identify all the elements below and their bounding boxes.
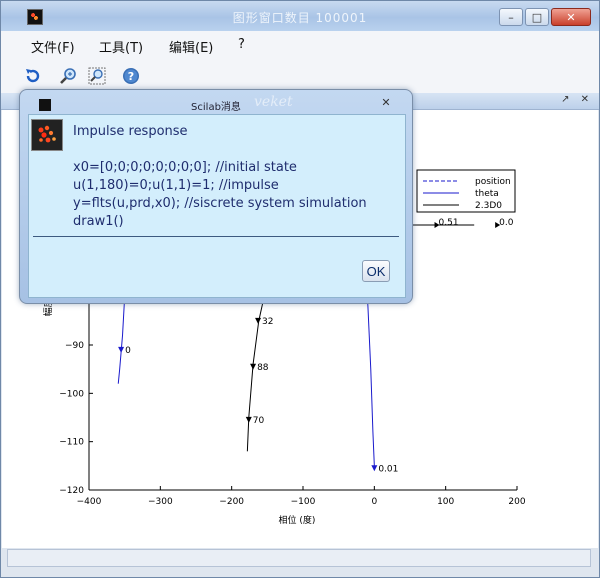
message-line-2: u(1,180)=0;u(1,1)=1; //impulse xyxy=(73,178,279,193)
curve-annotation: 0.0 xyxy=(499,218,514,228)
menu-bar: 文件(F) 工具(T) 编辑(E) ? xyxy=(1,31,599,60)
zoom-in-icon[interactable] xyxy=(60,67,78,85)
dialog-close-button[interactable]: ✕ xyxy=(372,97,400,109)
x-tick-label: 200 xyxy=(508,497,525,507)
message-line-4: draw1() xyxy=(73,214,124,229)
help-icon[interactable]: ? xyxy=(122,67,140,85)
y-tick-label: −120 xyxy=(59,486,84,496)
menu-edit[interactable]: 编辑(E) xyxy=(169,37,213,56)
dialog-body: Impulse response x0=[0;0;0;0;0;0;0;0]; /… xyxy=(28,114,406,298)
minimize-button[interactable]: – xyxy=(499,8,523,26)
marker-label: 0 xyxy=(125,346,131,356)
x-tick-label: −400 xyxy=(77,497,102,507)
legend-label: theta xyxy=(475,189,499,199)
x-tick-label: 0 xyxy=(371,497,377,507)
legend-label: position xyxy=(475,177,511,187)
dialog-title: Scilab消息 xyxy=(191,102,241,113)
close-button[interactable]: ✕ xyxy=(551,8,591,26)
menu-tools[interactable]: 工具(T) xyxy=(99,37,143,56)
x-axis-label: 相位 (度) xyxy=(279,514,316,526)
dialog-separator xyxy=(33,236,399,237)
marker-label: 32 xyxy=(262,317,273,327)
y-tick-label: −90 xyxy=(65,341,84,351)
dock-controls[interactable]: ↗ ✕ xyxy=(561,94,593,105)
series-marker xyxy=(371,465,378,472)
y-tick-label: −110 xyxy=(59,438,84,448)
zoom-area-icon[interactable] xyxy=(88,67,106,85)
x-tick-label: −100 xyxy=(291,497,316,507)
series-marker xyxy=(118,346,125,353)
series-marker xyxy=(245,416,252,423)
menu-file[interactable]: 文件(F) xyxy=(31,37,75,56)
dialog-watermark: veket xyxy=(254,94,293,110)
message-line-3: y=flts(u,prd,x0); //siscrete system simu… xyxy=(73,196,367,211)
scilab-logo-icon xyxy=(31,119,63,151)
curve-annotation: 0.51 xyxy=(439,218,459,228)
rotate-icon[interactable] xyxy=(24,67,42,85)
marker-label: 0.01 xyxy=(378,464,398,474)
status-bar xyxy=(7,549,591,567)
series-marker xyxy=(255,317,262,324)
menu-help[interactable]: ? xyxy=(238,37,245,52)
y-tick-label: −100 xyxy=(59,389,84,399)
message-line-1: x0=[0;0;0;0;0;0;0;0]; //initial state xyxy=(73,160,297,175)
series-marker xyxy=(250,363,257,370)
ok-button[interactable]: OK xyxy=(362,260,390,282)
marker-label: 88 xyxy=(257,363,269,373)
maximize-button[interactable]: □ xyxy=(525,8,549,26)
x-tick-label: −200 xyxy=(219,497,244,507)
x-tick-label: −300 xyxy=(148,497,173,507)
svg-text:?: ? xyxy=(128,70,134,83)
marker-label: 70 xyxy=(253,416,265,426)
x-tick-label: 100 xyxy=(437,497,454,507)
scilab-message-dialog: Scilab消息 veket ✕ Impulse response x0=[0;… xyxy=(19,89,413,304)
window-titlebar[interactable]: 图形窗口数目 100001 – □ ✕ xyxy=(1,1,599,31)
message-heading: Impulse response xyxy=(73,124,188,139)
legend-label: 2.3D0 xyxy=(475,201,502,211)
